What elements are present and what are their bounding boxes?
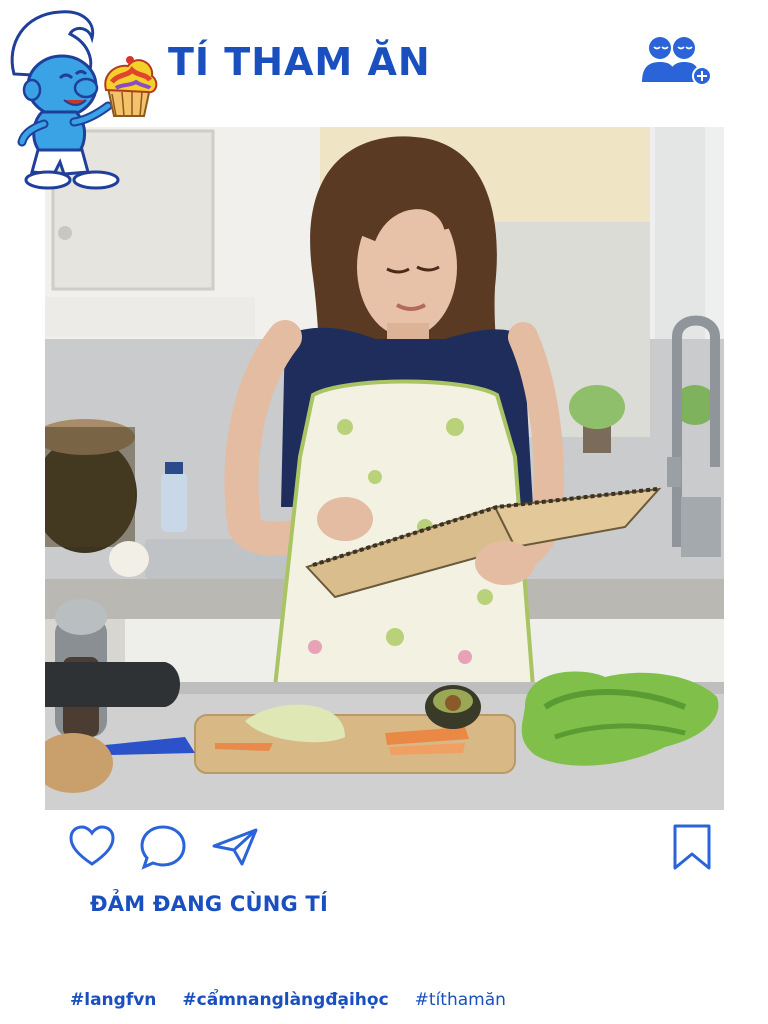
hashtag-link[interactable]: #cẩmnanglàngđạihọc <box>182 990 388 1010</box>
paper-plane-icon <box>212 828 258 866</box>
hashtag-list: #langfvn #cẩmnanglàngđạihọc #títhamăn <box>70 990 506 1010</box>
save-button[interactable] <box>667 822 717 872</box>
comment-bubble-icon <box>140 825 186 870</box>
add-friends-icon <box>642 37 712 86</box>
hashtag-link[interactable]: #langfvn <box>70 990 156 1010</box>
post-action-bar <box>0 822 768 878</box>
post-photo[interactable] <box>45 127 724 810</box>
heart-icon <box>69 825 115 866</box>
bookmark-icon <box>673 824 711 870</box>
account-title: TÍ THAM ĂN <box>168 40 431 84</box>
kitchen-photo-illustration <box>45 127 724 810</box>
add-friends-button[interactable] <box>640 34 712 86</box>
post-caption: ĐẢM ĐANG CÙNG TÍ <box>90 892 328 916</box>
smurf-mascot-logo <box>4 4 160 190</box>
comment-button[interactable] <box>138 822 188 872</box>
like-button[interactable] <box>67 822 117 872</box>
share-button[interactable] <box>210 822 260 872</box>
hashtag-link[interactable]: #títhamăn <box>415 990 506 1010</box>
